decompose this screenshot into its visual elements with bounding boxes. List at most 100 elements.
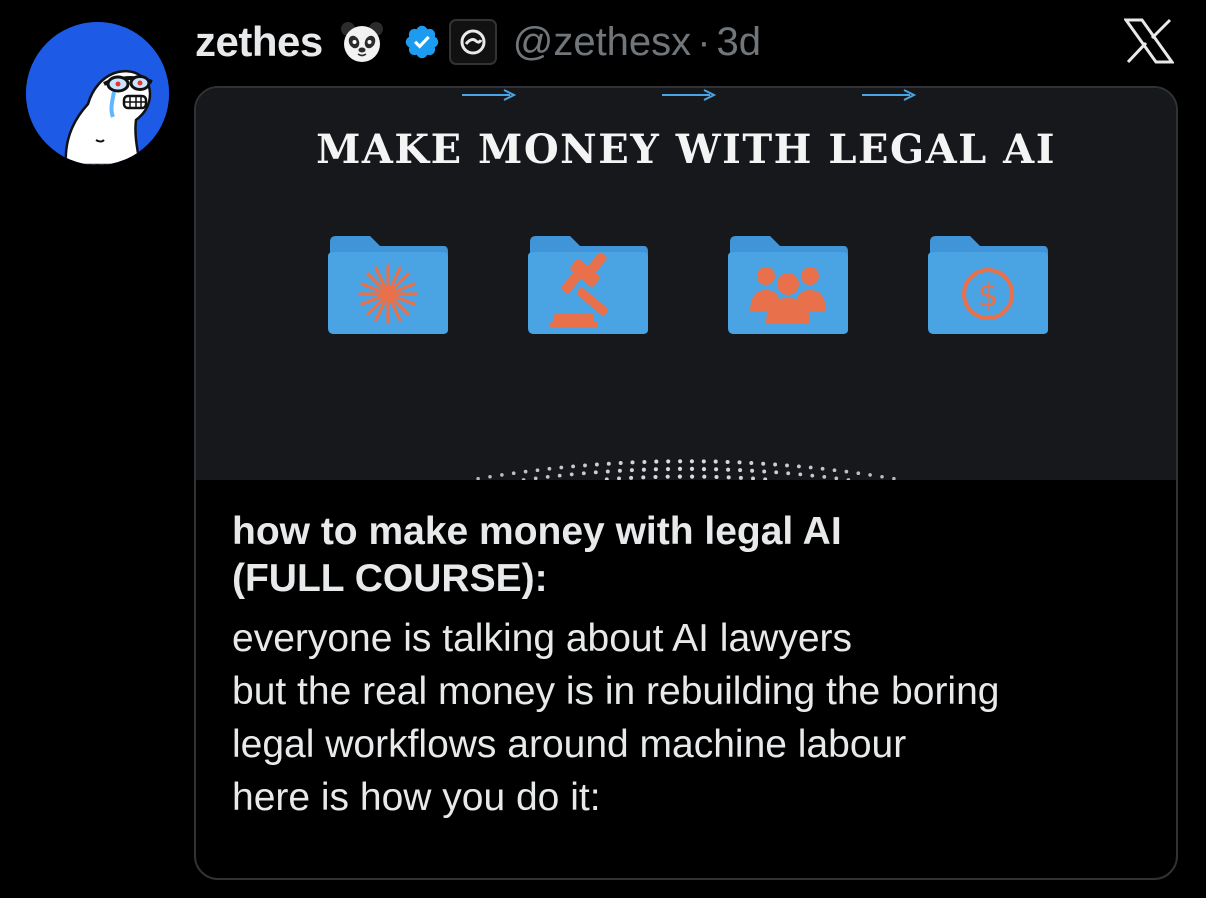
pattern-dot xyxy=(677,466,683,471)
pattern-dot xyxy=(641,467,646,472)
handle[interactable]: @zethesx xyxy=(513,20,691,65)
post-header: zethes @zethesx · 3d xyxy=(195,14,761,70)
pattern-dot xyxy=(798,472,803,477)
pattern-dot xyxy=(725,459,730,465)
pattern-dot xyxy=(557,473,562,478)
pattern-dot xyxy=(834,476,839,480)
affiliate-badge-icon[interactable] xyxy=(448,19,497,65)
folder-spark xyxy=(326,232,450,336)
avatar[interactable] xyxy=(26,22,169,165)
timestamp[interactable]: 3d xyxy=(717,20,762,65)
pattern-dot xyxy=(665,474,670,479)
pattern-dot xyxy=(642,459,647,465)
pattern-dot xyxy=(689,466,695,471)
card-description-line: here is how you do it: xyxy=(232,776,601,819)
arrow-icon xyxy=(462,89,516,101)
pattern-dot xyxy=(523,469,528,474)
pattern-dot xyxy=(808,465,813,470)
arrow-icon xyxy=(862,89,916,101)
pattern-dot xyxy=(569,472,574,477)
pattern-dot xyxy=(559,465,564,470)
pattern-dot xyxy=(488,475,492,479)
pattern-dot xyxy=(641,475,646,480)
pattern-dot xyxy=(476,476,480,480)
folder-gavel xyxy=(526,232,650,336)
pattern-dot xyxy=(665,467,671,472)
pattern-dot xyxy=(629,475,634,480)
spark-icon xyxy=(358,264,418,324)
pattern-dot xyxy=(726,467,731,472)
pattern-dot xyxy=(846,478,851,480)
pattern-dot xyxy=(689,459,694,464)
pattern-dot xyxy=(593,470,598,475)
pattern-dot xyxy=(571,464,576,469)
x-logo-icon[interactable] xyxy=(1123,18,1175,64)
pattern-dot xyxy=(714,467,719,472)
arrow-icon xyxy=(662,89,716,101)
pattern-dot xyxy=(617,476,621,480)
card-image[interactable]: MAKE MONEY WITH LEGAL AI $ xyxy=(196,88,1176,480)
pattern-dot xyxy=(701,467,707,472)
pattern-dot xyxy=(629,468,634,473)
card-title[interactable]: how to make money with legal AI (FULL CO… xyxy=(232,508,1162,602)
panda-emoji-icon xyxy=(339,19,385,65)
pattern-dot xyxy=(832,468,837,473)
svg-text:$: $ xyxy=(978,276,998,314)
pattern-dot xyxy=(653,467,658,472)
pattern-dot xyxy=(604,477,609,480)
pattern-dot xyxy=(630,460,635,465)
pattern-dot xyxy=(763,477,768,480)
pattern-dot xyxy=(844,469,849,474)
pattern-dot xyxy=(511,471,516,476)
pattern-dot xyxy=(535,468,540,473)
pattern-dot xyxy=(738,475,743,480)
separator-dot: · xyxy=(697,19,711,64)
pattern-dot xyxy=(678,459,683,464)
pattern-dot xyxy=(820,466,825,471)
pattern-dot xyxy=(737,460,742,465)
pattern-dot xyxy=(533,476,538,480)
pattern-dot xyxy=(521,478,526,480)
card-title-line: (FULL COURSE): xyxy=(232,557,548,600)
card-title-line: how to make money with legal AI xyxy=(232,510,842,553)
pattern-dot xyxy=(786,471,791,476)
pattern-dot xyxy=(726,475,731,480)
pattern-dot xyxy=(822,475,827,479)
pattern-dot xyxy=(750,468,755,473)
pattern-dot xyxy=(749,461,754,465)
pattern-dot xyxy=(714,474,719,480)
pattern-dot xyxy=(617,468,622,473)
pattern-dot xyxy=(738,468,743,473)
card-text: how to make money with legal AI (FULL CO… xyxy=(232,508,1162,824)
pattern-dot xyxy=(594,462,599,467)
pattern-dot xyxy=(856,471,861,476)
card-description-line: but the real money is in rebuilding the … xyxy=(232,670,1000,713)
card-image-headline: MAKE MONEY WITH LEGAL AI xyxy=(316,126,1056,173)
card-description: everyone is talking about AI lawyers but… xyxy=(232,612,1162,824)
pattern-dot xyxy=(606,461,611,466)
folder-dollar: $ xyxy=(926,232,1050,336)
pattern-dot xyxy=(701,459,706,464)
verified-badge-icon[interactable] xyxy=(403,23,441,61)
pattern-dot xyxy=(618,461,623,465)
pattern-dot xyxy=(654,459,659,464)
card-description-line: everyone is talking about AI lawyers xyxy=(232,617,853,660)
pattern-dot xyxy=(583,463,587,468)
pattern-dot xyxy=(880,475,884,479)
pattern-dot xyxy=(677,474,682,479)
pattern-dot xyxy=(774,470,779,475)
card-description-line: legal workflows around machine labour xyxy=(232,723,907,766)
display-name[interactable]: zethes xyxy=(195,18,323,66)
pattern-dot xyxy=(751,476,755,480)
pattern-dot xyxy=(545,475,550,479)
pattern-dot xyxy=(892,476,896,480)
pattern-dot xyxy=(773,462,778,467)
folder-people xyxy=(726,232,850,336)
pattern-dot xyxy=(702,474,707,479)
pattern-dot xyxy=(796,464,801,469)
pattern-dot xyxy=(500,473,504,477)
avatar-image xyxy=(26,22,169,165)
pattern-dot xyxy=(581,471,586,476)
link-card[interactable]: MAKE MONEY WITH LEGAL AI $ how to make m… xyxy=(194,86,1178,880)
pattern-dot xyxy=(605,469,610,474)
